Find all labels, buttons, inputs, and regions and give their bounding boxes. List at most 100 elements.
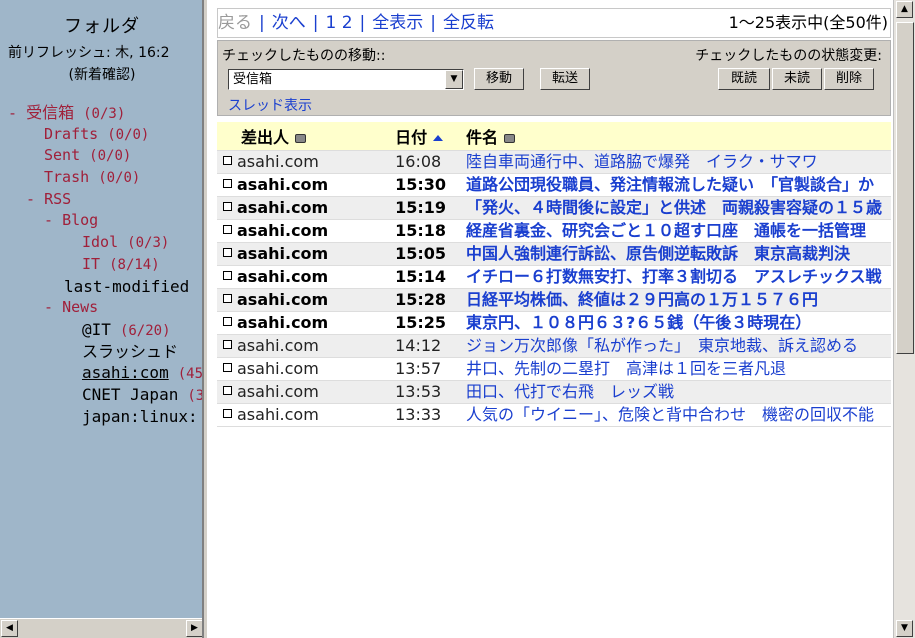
sender: asahi.com bbox=[237, 266, 329, 286]
folder-slashdot[interactable]: スラッシュド bbox=[82, 342, 178, 361]
subject-link[interactable]: ジョン万次郎像「私が作った」 東京地裁、訴え認める bbox=[466, 335, 891, 357]
table-row[interactable]: asahi.com 13:57 井口、先制の二塁打 高津は１回を三者凡退 bbox=[217, 357, 891, 381]
scrollbar-thumb[interactable] bbox=[896, 22, 914, 354]
date-cell: 13:33 bbox=[395, 403, 466, 427]
subject-link[interactable]: 「発火、４時間後に設定」と供述 両親殺害容疑の１５歳 bbox=[466, 197, 891, 219]
collapse-toggle[interactable]: - bbox=[44, 298, 62, 316]
collapse-toggle[interactable]: - bbox=[8, 104, 26, 122]
table-row[interactable]: asahi.com 15:14 イチロー６打数無安打、打率３割切る アスレチックス戦 bbox=[217, 265, 891, 289]
folder-it[interactable]: IT bbox=[82, 255, 100, 273]
time: 15:25 bbox=[395, 312, 447, 332]
sender: asahi.com bbox=[237, 220, 329, 240]
subject-link[interactable]: 日経平均株価、終値は２９円高の１万１５７６円 bbox=[466, 289, 891, 311]
sender: asahi.com bbox=[237, 197, 329, 217]
row-checkbox[interactable] bbox=[223, 362, 232, 372]
subject-link[interactable]: 東京円、１０８円６３?６５銭（午後３時現在） bbox=[466, 312, 891, 334]
folder-news[interactable]: News bbox=[62, 298, 98, 316]
page-2-link[interactable]: 2 bbox=[342, 13, 353, 33]
table-row[interactable]: asahi.com 13:33 人気の「ウイニー」、危険と背中合わせ 機密の回収不能 bbox=[217, 403, 891, 427]
mark-unread-button[interactable]: 未読 bbox=[772, 68, 822, 90]
row-checkbox[interactable] bbox=[223, 155, 232, 165]
separator: | bbox=[430, 13, 436, 33]
vertical-scrollbar[interactable]: ▲ ▼ bbox=[893, 0, 915, 638]
subject-link[interactable]: 陸自車両通行中、道路脇で爆発 イラク・サマワ bbox=[466, 151, 891, 173]
time: 15:28 bbox=[395, 289, 447, 309]
folder-asahi-selected[interactable]: asahi:com bbox=[82, 363, 169, 382]
row-checkbox[interactable] bbox=[223, 224, 232, 234]
page-1-link[interactable]: 1 bbox=[325, 13, 336, 33]
collapse-toggle[interactable]: - bbox=[44, 211, 62, 229]
sidebar-horizontal-scrollbar[interactable]: ◀ ▶ bbox=[0, 618, 202, 638]
subject-cell: 中国人強制連行訴訟、原告側逆転敗訴 東京高裁判決 bbox=[465, 242, 891, 266]
delete-button[interactable]: 削除 bbox=[824, 68, 874, 90]
mark-read-button[interactable]: 既読 bbox=[718, 68, 770, 90]
folder-inbox[interactable]: 受信箱 bbox=[26, 103, 74, 122]
column-date[interactable]: 日付 bbox=[395, 122, 466, 151]
date-cell: 13:53 bbox=[395, 380, 466, 404]
table-row[interactable]: asahi.com 15:30 道路公団現役職員、発注情報流した疑い 「官製談合」か bbox=[217, 173, 891, 197]
subject-link[interactable]: 中国人強制連行訴訟、原告側逆転敗訴 東京高裁判決 bbox=[466, 243, 891, 265]
invert-all-link[interactable]: 全反転 bbox=[443, 13, 494, 33]
table-row[interactable]: asahi.com 16:08 陸自車両通行中、道路脇で爆発 イラク・サマワ bbox=[217, 150, 891, 174]
row-checkbox[interactable] bbox=[223, 270, 232, 280]
thread-view-link[interactable]: スレッド表示 bbox=[228, 95, 312, 115]
folder-rss[interactable]: RSS bbox=[44, 190, 71, 208]
subject-link[interactable]: 井口、先制の二塁打 高津は１回を三者凡退 bbox=[466, 358, 891, 380]
table-row[interactable]: asahi.com 14:12 ジョン万次郎像「私が作った」 東京地裁、訴え認める bbox=[217, 334, 891, 358]
folder-drafts[interactable]: Drafts bbox=[44, 125, 98, 143]
folder-count: (0/3) bbox=[127, 235, 170, 252]
check-new-mail-link[interactable]: (新着確認) bbox=[0, 64, 202, 84]
folder-trash[interactable]: Trash bbox=[44, 168, 89, 186]
folder-idol[interactable]: Idol bbox=[82, 233, 118, 251]
subject-link[interactable]: 経産省裏金、研究会ごと１０超す口座 通帳を一括管理 bbox=[466, 220, 891, 242]
row-checkbox[interactable] bbox=[223, 201, 232, 211]
table-row[interactable]: asahi.com 15:18 経産省裏金、研究会ごと１０超す口座 通帳を一括管理 bbox=[217, 219, 891, 243]
subject-link[interactable]: 道路公団現役職員、発注情報流した疑い 「官製談合」か bbox=[466, 174, 891, 196]
folder-last-modified[interactable]: last-modified bbox=[64, 277, 189, 296]
subject-link[interactable]: 人気の「ウイニー」、危険と背中合わせ 機密の回収不能 bbox=[466, 404, 891, 426]
from-cell: asahi.com bbox=[217, 403, 396, 427]
subject-link[interactable]: イチロー６打数無安打、打率３割切る アスレチックス戦 bbox=[466, 266, 891, 288]
from-cell: asahi.com bbox=[217, 334, 396, 358]
time: 15:05 bbox=[395, 243, 447, 263]
sender: asahi.com bbox=[237, 289, 329, 309]
row-checkbox[interactable] bbox=[223, 178, 232, 188]
table-row[interactable]: asahi.com 15:05 中国人強制連行訴訟、原告側逆転敗訴 東京高裁判決 bbox=[217, 242, 891, 266]
scroll-right-icon[interactable]: ▶ bbox=[186, 620, 202, 637]
folder-cnet[interactable]: CNET Japan bbox=[82, 385, 178, 404]
collapse-toggle[interactable]: - bbox=[26, 190, 44, 208]
folder-japanlinux[interactable]: japan:linux: bbox=[82, 407, 198, 426]
table-row[interactable]: asahi.com 15:25 東京円、１０８円６３?６５銭（午後３時現在） bbox=[217, 311, 891, 335]
column-subject[interactable]: 件名 bbox=[465, 122, 891, 151]
subject-link[interactable]: 田口、代打で右飛 レッズ戦 bbox=[466, 381, 891, 403]
folder-atit[interactable]: @IT bbox=[82, 320, 111, 339]
back-link[interactable]: 戻る bbox=[218, 13, 252, 33]
folder-blog[interactable]: Blog bbox=[62, 211, 98, 229]
sort-icon[interactable] bbox=[295, 133, 307, 143]
column-from[interactable]: 差出人 bbox=[217, 122, 396, 151]
sort-icon[interactable] bbox=[503, 133, 515, 143]
move-button[interactable]: 移動 bbox=[474, 68, 524, 90]
scroll-left-icon[interactable]: ◀ bbox=[1, 620, 18, 637]
row-checkbox[interactable] bbox=[223, 247, 232, 257]
row-checkbox[interactable] bbox=[223, 316, 232, 326]
chevron-down-icon[interactable]: ▼ bbox=[445, 70, 463, 89]
table-row[interactable]: asahi.com 13:53 田口、代打で右飛 レッズ戦 bbox=[217, 380, 891, 404]
table-row[interactable]: asahi.com 15:28 日経平均株価、終値は２９円高の１万１５７６円 bbox=[217, 288, 891, 312]
next-link[interactable]: 次へ bbox=[272, 13, 306, 33]
folder-sent[interactable]: Sent bbox=[44, 146, 80, 164]
message-table: 差出人 日付 件名 asahi.com 16:08 陸自車両通行中、道路脇で爆発 イ… bbox=[217, 122, 891, 427]
row-checkbox[interactable] bbox=[223, 293, 232, 303]
forward-button[interactable]: 転送 bbox=[540, 68, 590, 90]
row-checkbox[interactable] bbox=[223, 339, 232, 349]
show-all-link[interactable]: 全表示 bbox=[372, 13, 423, 33]
folder-select[interactable]: 受信箱 ▼ bbox=[228, 69, 464, 90]
sort-ascending-icon[interactable] bbox=[433, 134, 444, 141]
row-checkbox[interactable] bbox=[223, 385, 232, 395]
from-cell: asahi.com bbox=[217, 242, 396, 266]
scroll-up-icon[interactable]: ▲ bbox=[896, 1, 913, 18]
table-row[interactable]: asahi.com 15:19 「発火、４時間後に設定」と供述 両親殺害容疑の１５歳 bbox=[217, 196, 891, 220]
row-checkbox[interactable] bbox=[223, 408, 232, 418]
time: 15:19 bbox=[395, 197, 447, 217]
scroll-down-icon[interactable]: ▼ bbox=[896, 620, 913, 637]
